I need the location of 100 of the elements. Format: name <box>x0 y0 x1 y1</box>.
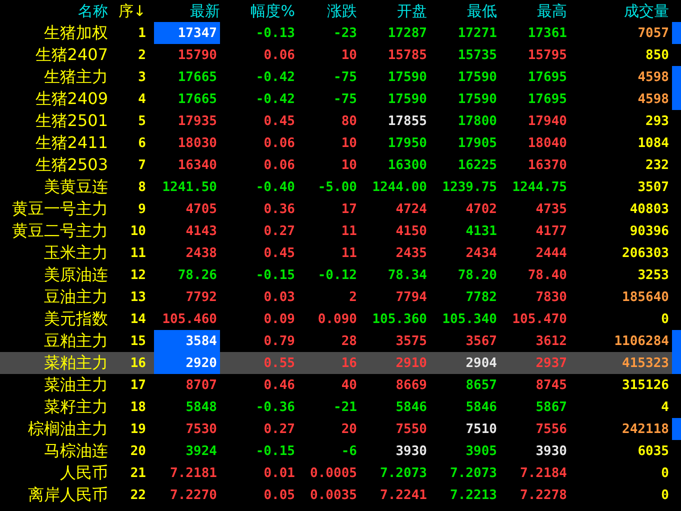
table-cell-text: 2904 <box>464 356 497 370</box>
table-cell-text: 0.27 <box>262 422 295 436</box>
quote-row[interactable]: 黄豆二号主力 10 4143 0.27 11 4150 4131 4177 90396 <box>0 220 681 242</box>
table-cell-text: 16340 <box>176 156 218 174</box>
quote-row[interactable]: 菜油主力 17 8707 0.46 40 8669 8657 8745 315126 <box>0 374 681 396</box>
table-cell-text: 2434 <box>464 246 497 260</box>
quote-row[interactable]: 菜粕主力 16 2920 0.55 16 2910 2904 2937 415323 <box>0 352 681 374</box>
quote-row[interactable]: 美元指数 14 105.460 0.09 0.090 105.360 105.340 105.470 0 <box>0 308 681 330</box>
table-cell-text: 80 <box>340 114 357 128</box>
table-cell-text: 8669 <box>394 378 427 392</box>
column-header[interactable]: 幅度% <box>220 2 295 20</box>
table-cell-text: 0.06 <box>262 136 295 150</box>
table-cell-text: 8657 <box>464 378 497 392</box>
table-cell-text: 0.0035 <box>309 488 357 502</box>
table-cell-text: 3905 <box>464 444 497 458</box>
table-cell-text: 2444 <box>534 246 567 260</box>
table-cell-text: 18040 <box>526 136 567 150</box>
table-cell-text: 3612 <box>534 334 567 348</box>
table-cell-text: 10 <box>340 158 357 172</box>
column-header[interactable]: 最新 <box>146 2 220 20</box>
table-cell-text: 7530 <box>184 420 218 438</box>
table-cell-text: 0.36 <box>262 202 295 216</box>
table-cell-text: -0.13 <box>254 26 295 40</box>
quote-row[interactable]: 生猪2503 7 16340 0.06 10 16300 16225 16370 232 <box>0 154 681 176</box>
column-header[interactable]: 名称 <box>0 2 108 20</box>
table-cell-text: 0.09 <box>262 312 295 326</box>
table-cell-text: 13 <box>129 290 146 304</box>
quote-row[interactable]: 生猪2409 4 17665 -0.42 -75 17590 17590 17695 4598 <box>0 88 681 110</box>
table-cell-text: 2910 <box>394 356 427 370</box>
quote-row[interactable]: 豆粕主力 15 3584 0.79 28 3575 3567 3612 1106284 <box>0 330 681 352</box>
table-cell-text: 8 <box>137 180 146 194</box>
table-cell-text: 2 <box>348 290 357 304</box>
table-cell-text: 7510 <box>464 422 497 436</box>
table-cell-text: 19 <box>129 422 146 436</box>
quote-row[interactable]: 生猪2411 6 18030 0.06 10 17950 17905 18040 1084 <box>0 132 681 154</box>
table-cell-text: 0 <box>660 466 669 480</box>
column-header[interactable]: 成交量 <box>567 2 669 20</box>
table-cell-text: 3575 <box>394 334 427 348</box>
column-header[interactable]: 最高 <box>497 2 567 20</box>
column-header[interactable]: 最低 <box>427 2 497 20</box>
table-cell-text: 0.06 <box>262 48 295 62</box>
table-cell-text: 17590 <box>456 92 497 106</box>
table-cell-text: 9 <box>137 202 146 216</box>
table-cell-text: 7782 <box>464 290 497 304</box>
table-cell-text: 7.2241 <box>379 488 427 502</box>
table-cell-text: -21 <box>332 400 357 414</box>
table-cell-text: 7.2184 <box>519 466 567 480</box>
column-header[interactable]: 开盘 <box>357 2 427 20</box>
table-cell-text: 28 <box>340 334 357 348</box>
table-cell-text: 5848 <box>184 398 218 416</box>
table-cell-text: 美黄豆连 <box>43 176 108 198</box>
table-cell-text: 8707 <box>184 376 218 394</box>
table-cell-text: 3930 <box>534 444 567 458</box>
quote-row[interactable]: 人民币 21 7.2181 0.01 0.0005 7.2073 7.2073 7.2184 0 <box>0 462 681 484</box>
quote-row[interactable]: 棕榈油主力 19 7530 0.27 20 7550 7510 7556 242118 <box>0 418 681 440</box>
quote-row[interactable]: 生猪主力 3 17665 -0.42 -75 17590 17590 17695 4598 <box>0 66 681 88</box>
table-cell-text: 10 <box>129 224 146 238</box>
table-cell: 2920 <box>154 352 220 374</box>
table-cell-text: 2 <box>137 48 146 62</box>
table-cell-text: 105.460 <box>161 310 218 328</box>
table-cell-text: 15790 <box>176 46 218 64</box>
quote-row[interactable]: 玉米主力 11 2438 0.45 11 2435 2434 2444 206303 <box>0 242 681 264</box>
quote-row[interactable]: 生猪加权 1 17347 -0.13 -23 17287 17271 17361 7057 <box>0 22 681 44</box>
table-cell-text: 11 <box>340 246 357 260</box>
table-cell-text: 78.40 <box>526 268 567 282</box>
quote-row[interactable]: 马棕油连 20 3924 -0.15 -6 3930 3905 3930 6035 <box>0 440 681 462</box>
table-cell-text: 离岸人民币 <box>27 484 108 506</box>
table-cell-text: 4724 <box>394 202 427 216</box>
quote-row[interactable]: 美原油连 12 78.26 -0.15 -0.12 78.34 78.20 78.40 3253 <box>0 264 681 286</box>
table-cell-text: 17590 <box>386 70 427 84</box>
quote-row[interactable]: 美黄豆连 8 1241.50 -0.40 -5.00 1244.00 1239.75 1244.75 3507 <box>0 176 681 198</box>
table-cell-text: -75 <box>332 70 357 84</box>
table-cell-text: 40 <box>340 378 357 392</box>
quote-row[interactable]: 菜籽主力 18 5848 -0.36 -21 5846 5846 5867 4 <box>0 396 681 418</box>
table-cell-text: 0.01 <box>262 466 295 480</box>
quote-row[interactable]: 黄豆一号主力 9 4705 0.36 17 4724 4702 4735 40803 <box>0 198 681 220</box>
table-cell-text: 7792 <box>184 288 218 306</box>
quote-row[interactable]: 生猪2407 2 15790 0.06 10 15785 15735 15795 850 <box>0 44 681 66</box>
table-cell-text: 4150 <box>394 224 427 238</box>
table-cell-text: 7.2073 <box>449 466 497 480</box>
table-cell-text: 15 <box>129 334 146 348</box>
table-cell-text: 17855 <box>386 114 427 128</box>
quote-row[interactable]: 豆油主力 13 7792 0.03 2 7794 7782 7830 185640 <box>0 286 681 308</box>
table-cell: 3584 <box>154 330 220 352</box>
quote-row[interactable]: 离岸人民币 22 7.2270 0.05 0.0035 7.2241 7.2213 7.2278 0 <box>0 484 681 506</box>
table-cell-text: -0.15 <box>254 444 295 458</box>
table-cell-text: 4143 <box>184 222 218 240</box>
table-cell-text: 16300 <box>386 158 427 172</box>
table-cell-text: 0.0005 <box>309 466 357 480</box>
table-cell-text: -23 <box>332 26 357 40</box>
column-header[interactable]: 序↓ <box>108 2 146 20</box>
table-cell-text: 15785 <box>386 48 427 62</box>
table-cell-text: 17940 <box>526 114 567 128</box>
column-header[interactable]: 涨跌 <box>295 2 357 20</box>
table-cell-text: 17800 <box>456 114 497 128</box>
table-cell-text: 1244.00 <box>371 180 427 194</box>
table-cell-text: 1106284 <box>613 334 669 348</box>
table-cell-text: 7.2270 <box>169 486 218 504</box>
quote-row[interactable]: 生猪2501 5 17935 0.45 80 17855 17800 17940 293 <box>0 110 681 132</box>
table-cell-text: 6 <box>137 136 146 150</box>
